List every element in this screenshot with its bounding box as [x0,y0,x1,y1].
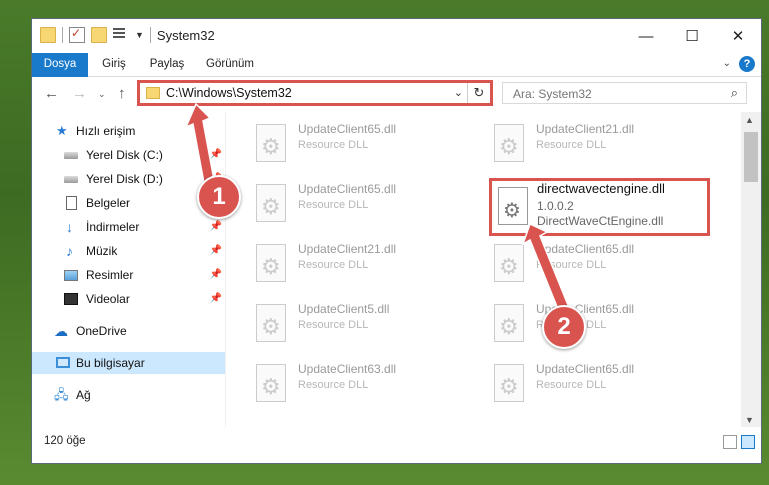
step-marker-2: 2 [542,305,586,349]
arrow-to-file [521,222,571,315]
arrow-to-address-bar [184,102,215,184]
step-marker-1: 1 [197,175,241,219]
annotation-arrows [184,102,571,315]
